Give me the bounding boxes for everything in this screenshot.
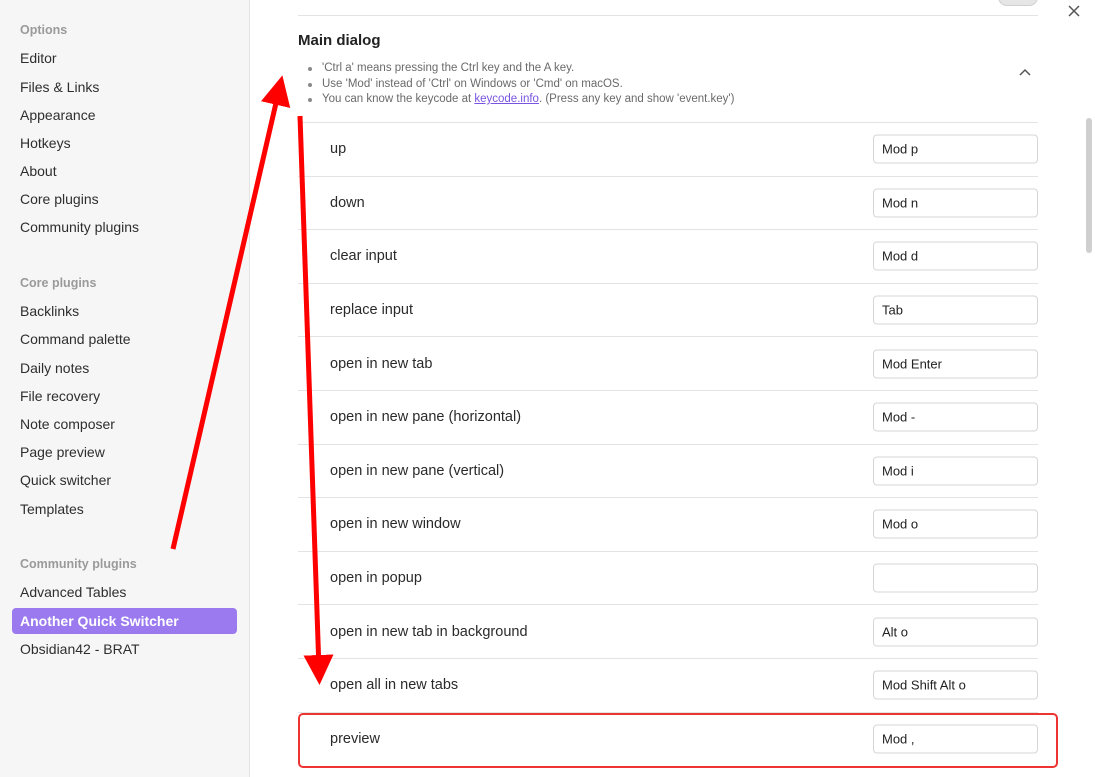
- hotkey-input-open-in-new-pane-horizontal[interactable]: [873, 402, 1038, 432]
- sidebar-item-backlinks[interactable]: Backlinks: [12, 298, 237, 324]
- sidebar-item-hotkeys[interactable]: Hotkeys: [12, 130, 237, 156]
- divider: [298, 15, 1038, 16]
- hotkey-row-down: down: [298, 175, 1038, 230]
- hotkey-input-open-all-in-new-tabs[interactable]: [873, 670, 1038, 700]
- hotkey-row-clear-input: clear input: [298, 229, 1038, 283]
- hotkey-input-replace-input[interactable]: [873, 295, 1038, 325]
- hotkey-label: up: [330, 141, 347, 158]
- hotkey-input-down[interactable]: [873, 188, 1038, 218]
- hotkey-row-replace-input: replace input: [298, 282, 1038, 337]
- sidebar-item-editor[interactable]: Editor: [12, 45, 237, 71]
- sidebar-item-files-links[interactable]: Files & Links: [12, 74, 237, 100]
- hotkey-label: down: [330, 194, 365, 211]
- instruction-text: You can know the keycode at: [322, 93, 475, 105]
- sidebar-item-community-plugins[interactable]: Community plugins: [12, 214, 237, 240]
- settings-sidebar: Options Editor Files & Links Appearance …: [0, 0, 250, 777]
- chevron-up-icon: [1019, 68, 1031, 76]
- sidebar-heading-community-plugins: Community plugins: [20, 557, 137, 571]
- hotkey-row-open-all-in-new-tabs: open all in new tabs: [298, 657, 1038, 712]
- hotkey-label: open in popup: [330, 570, 422, 587]
- sidebar-item-core-plugins[interactable]: Core plugins: [12, 186, 237, 212]
- hotkey-input-open-in-popup[interactable]: [873, 563, 1038, 593]
- hotkey-label: open in new window: [330, 516, 461, 533]
- sidebar-item-command-palette[interactable]: Command palette: [12, 326, 237, 352]
- hotkey-label: open in new tab in background: [330, 623, 528, 640]
- instruction-text: Use 'Mod' instead of 'Ctrl' on Windows o…: [322, 77, 623, 90]
- keycode-link[interactable]: keycode.info: [474, 93, 539, 105]
- hotkey-label: clear input: [330, 248, 397, 265]
- hotkey-input-clear-input[interactable]: [873, 241, 1038, 271]
- hotkey-label: open in new tab: [330, 355, 433, 372]
- sidebar-item-daily-notes[interactable]: Daily notes: [12, 355, 237, 381]
- instruction-item: You can know the keycode at keycode.info…: [308, 92, 734, 108]
- sidebar-item-file-recovery[interactable]: File recovery: [12, 383, 237, 409]
- sidebar-item-another-quick-switcher[interactable]: Another Quick Switcher: [12, 608, 237, 634]
- collapse-section-button[interactable]: [1015, 62, 1035, 82]
- hotkey-input-up[interactable]: [873, 134, 1038, 164]
- hotkey-input-open-in-new-tab[interactable]: [873, 349, 1038, 379]
- hotkey-row-up: up: [298, 122, 1038, 176]
- hotkey-input-open-in-new-pane-vertical[interactable]: [873, 456, 1038, 486]
- scrollbar-thumb[interactable]: [1086, 118, 1092, 253]
- hotkey-label: open all in new tabs: [330, 677, 459, 694]
- sidebar-item-appearance[interactable]: Appearance: [12, 102, 237, 128]
- hotkey-row-open-in-new-tab: open in new tab: [298, 336, 1038, 390]
- instruction-item: 'Ctrl a' means pressing the Ctrl key and…: [308, 61, 734, 77]
- instruction-item: Use 'Mod' instead of 'Ctrl' on Windows o…: [308, 77, 734, 93]
- sidebar-heading-core-plugins: Core plugins: [20, 276, 97, 290]
- sidebar-item-note-composer[interactable]: Note composer: [12, 411, 237, 437]
- hotkey-row-open-in-popup: open in popup: [298, 550, 1038, 605]
- instruction-text: 'Ctrl a' means pressing the Ctrl key and…: [322, 62, 575, 74]
- sidebar-item-about[interactable]: About: [12, 158, 237, 184]
- hotkey-label: replace input: [330, 302, 414, 319]
- hotkey-label: open in new pane (vertical): [330, 462, 505, 479]
- sidebar-heading-options: Options: [20, 23, 68, 37]
- hotkey-row-open-in-new-tab-in-background: open in new tab in background: [298, 604, 1038, 658]
- hotkey-list: up down clear input replace input open i…: [298, 122, 1038, 765]
- sidebar-item-obsidian42-brat[interactable]: Obsidian42 - BRAT: [12, 636, 237, 662]
- section-title: Main dialog: [298, 32, 381, 49]
- instructions-list: 'Ctrl a' means pressing the Ctrl key and…: [308, 61, 734, 108]
- annotation-highlight-box: [298, 713, 1058, 768]
- sidebar-item-templates[interactable]: Templates: [12, 496, 237, 522]
- hotkey-row-open-in-new-window: open in new window: [298, 497, 1038, 551]
- settings-content: Main dialog 'Ctrl a' means pressing the …: [251, 0, 1095, 777]
- toggle-switch[interactable]: [998, 0, 1038, 6]
- close-button[interactable]: [1063, 0, 1085, 22]
- hotkey-input-open-in-new-tab-in-background[interactable]: [873, 617, 1038, 647]
- sidebar-item-advanced-tables[interactable]: Advanced Tables: [12, 579, 237, 605]
- sidebar-item-quick-switcher[interactable]: Quick switcher: [12, 467, 237, 493]
- hotkey-row-open-in-new-pane-vertical: open in new pane (vertical): [298, 443, 1038, 498]
- hotkey-row-open-in-new-pane-horizontal: open in new pane (horizontal): [298, 389, 1038, 444]
- hotkey-input-open-in-new-window[interactable]: [873, 509, 1038, 539]
- close-icon: [1068, 5, 1080, 17]
- hotkey-label: open in new pane (horizontal): [330, 409, 522, 426]
- instruction-text: . (Press any key and show 'event.key'): [538, 93, 735, 105]
- sidebar-item-page-preview[interactable]: Page preview: [12, 439, 237, 465]
